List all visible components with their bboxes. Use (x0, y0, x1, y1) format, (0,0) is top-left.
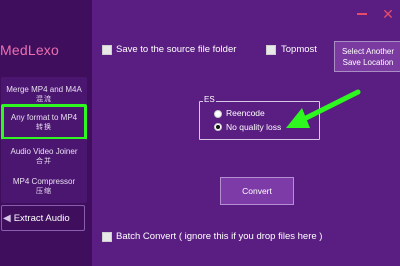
es-group-legend: ES (203, 95, 216, 104)
radio-selected-dot (216, 125, 220, 129)
sidebar-item-mp4-compressor[interactable]: MP4 Compressor 压缩 (1, 169, 87, 203)
save-to-source-label: Save to the source file folder (116, 44, 237, 55)
minimize-icon (357, 13, 367, 15)
sidebar: MedLexo Merge MP4 and M4A 混流 Any format … (0, 0, 92, 266)
sidebar-item-sublabel: 转换 (36, 123, 52, 131)
extract-audio-label: Extract Audio (13, 212, 70, 224)
select-save-location-button[interactable]: Select Another Save Location (334, 41, 400, 72)
sidebar-item-label: MP4 Compressor (12, 176, 76, 186)
batch-convert-checkbox[interactable] (102, 232, 112, 242)
select-save-location-line2: Save Location (342, 57, 394, 67)
reencode-label: Reencode (226, 108, 265, 118)
speaker-icon: ◀ (3, 212, 11, 224)
select-save-location-line1: Select Another (341, 46, 395, 56)
save-to-source-checkbox[interactable] (102, 45, 112, 55)
topmost-label: Topmost (281, 44, 317, 55)
topmost-checkbox[interactable] (266, 45, 276, 55)
sidebar-item-label: Merge MP4 and M4A (6, 84, 82, 94)
reencode-radio[interactable] (214, 110, 222, 118)
sidebar-item-label: Audio Video Joiner (10, 146, 78, 156)
extract-audio-button[interactable]: ◀ Extract Audio (1, 205, 85, 231)
app-window: ✕ MedLexo Merge MP4 and M4A 混流 Any forma… (0, 0, 400, 266)
sidebar-item-any-format-to-mp4[interactable]: Any format to MP4 转换 (1, 104, 87, 140)
close-icon: ✕ (382, 6, 394, 22)
sidebar-item-label: Any format to MP4 (10, 112, 78, 122)
close-button[interactable]: ✕ (380, 6, 396, 22)
sidebar-item-sublabel: 合并 (36, 157, 52, 165)
sidebar-item-sublabel: 压缩 (36, 187, 52, 195)
minimize-button[interactable] (354, 6, 370, 22)
sidebar-item-sublabel: 混流 (36, 95, 52, 103)
sidebar-item-audio-video-joiner[interactable]: Audio Video Joiner 合并 (1, 139, 87, 173)
no-quality-loss-label: No quality loss (226, 122, 282, 132)
convert-label: Convert (242, 186, 272, 196)
batch-convert-label: Batch Convert ( ignore this if you drop … (116, 231, 323, 242)
app-logo: MedLexo (0, 42, 59, 58)
annotation-arrow-icon (286, 89, 361, 128)
convert-button[interactable]: Convert (220, 177, 294, 205)
no-quality-loss-radio[interactable] (214, 123, 222, 131)
